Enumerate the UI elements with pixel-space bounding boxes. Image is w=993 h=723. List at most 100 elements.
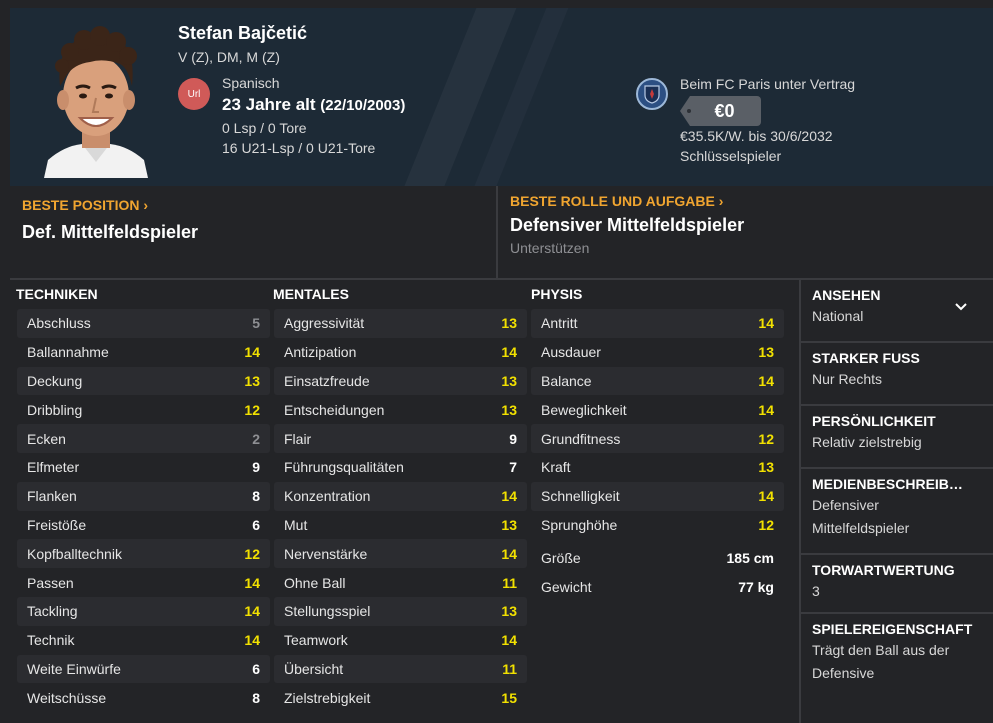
attribute-value: 11 <box>502 660 517 677</box>
attribute-row[interactable]: Dribbling 12 <box>17 395 270 424</box>
attribute-row[interactable]: Antizipation 14 <box>274 338 527 367</box>
foot-value: Nur Rechts <box>812 371 883 387</box>
attribute-row[interactable]: Deckung 13 <box>17 366 270 396</box>
attribute-row[interactable]: Ausdauer 13 <box>531 338 784 367</box>
chevron-down-icon[interactable] <box>955 298 967 316</box>
attribute-row[interactable]: Weitschüsse 8 <box>17 683 270 712</box>
physical-attributes: Antritt 14 Ausdauer 13 Balance 14 Beweglichkei… <box>531 309 784 601</box>
attribute-row[interactable]: Sprunghöhe 12 <box>531 511 784 540</box>
media-description-block: MEDIENBESCHREIB… Defensiver Mittelfeldsp… <box>801 469 993 555</box>
attribute-name: Tackling <box>27 603 78 620</box>
reputation-block[interactable]: ANSEHEN National <box>801 280 993 343</box>
attribute-row[interactable]: Flanken 8 <box>17 481 270 511</box>
attribute-name: Führungsqualitäten <box>284 459 404 476</box>
attribute-row[interactable]: Stellungsspiel 13 <box>274 596 527 626</box>
physical-header: PHYSIS <box>531 286 583 302</box>
attribute-row[interactable]: Schnelligkeit 14 <box>531 481 784 511</box>
attribute-value: 14 <box>244 603 260 620</box>
attribute-row[interactable]: Elfmeter 9 <box>17 453 270 482</box>
technical-header: TECHNIKEN <box>16 286 98 302</box>
player-positions: V (Z), DM, M (Z) <box>178 49 280 65</box>
attribute-value: 14 <box>758 488 774 505</box>
transfer-value-tag[interactable]: €0 <box>680 96 761 126</box>
attribute-row[interactable]: Teamwork 14 <box>274 626 527 655</box>
attribute-name: Grundfitness <box>541 430 621 447</box>
attribute-row[interactable]: Nervenstärke 14 <box>274 539 527 569</box>
attribute-row[interactable]: Mut 13 <box>274 511 527 540</box>
attribute-value: 14 <box>244 344 260 361</box>
squad-status: Schlüsselspieler <box>680 148 782 164</box>
best-role-label: BESTE ROLLE UND AUFGABE <box>510 193 715 209</box>
attribute-name: Einsatzfreude <box>284 372 370 389</box>
attribute-value: 14 <box>501 632 517 649</box>
attribute-row[interactable]: Kopfballtechnik 12 <box>17 539 270 569</box>
attribute-name: Entscheidungen <box>284 401 385 418</box>
attribute-row[interactable]: Abschluss 5 <box>17 309 270 338</box>
attribute-row[interactable]: Weite Einwürfe 6 <box>17 654 270 684</box>
attribute-row[interactable]: Beweglichkeit 14 <box>531 395 784 424</box>
height-label: Größe <box>541 549 581 566</box>
nationality-badge[interactable]: Url <box>178 78 210 110</box>
attribute-row[interactable]: Zielstrebigkeit 15 <box>274 683 527 712</box>
player-traits-block: SPIELEREIGENSCHAFT Trägt den Ball aus de… <box>801 614 993 700</box>
trait-value: Trägt den Ball aus der Defensive <box>812 642 950 681</box>
attribute-value: 9 <box>252 459 260 476</box>
attribute-row[interactable]: Passen 14 <box>17 568 270 597</box>
best-role-duty: Unterstützen <box>510 240 590 256</box>
attribute-name: Flair <box>284 430 312 447</box>
attribute-value: 12 <box>758 430 774 447</box>
weight-value: 77 kg <box>738 578 774 595</box>
attribute-row[interactable]: Ecken 2 <box>17 424 270 453</box>
attribute-row[interactable]: Grundfitness 12 <box>531 424 784 453</box>
attribute-row[interactable]: Ohne Ball 11 <box>274 568 527 597</box>
height-row: Größe 185 cm <box>531 543 784 572</box>
chevron-right-icon: › <box>718 193 724 209</box>
attribute-name: Teamwork <box>284 632 348 649</box>
attribute-value: 12 <box>758 516 774 533</box>
nationality: Spanisch <box>222 75 280 91</box>
attribute-name: Stellungsspiel <box>284 603 371 620</box>
attribute-value: 2 <box>252 430 260 447</box>
divider <box>496 186 498 278</box>
gk-title: TORWARTWERTUNG <box>812 562 955 578</box>
attribute-value: 9 <box>509 430 517 447</box>
best-position-link[interactable]: BESTE POSITION › <box>22 197 148 213</box>
attribute-name: Kopfballtechnik <box>27 545 122 562</box>
foot-title: STARKER FUSS <box>812 350 920 366</box>
attribute-value: 13 <box>501 516 517 533</box>
attribute-name: Weitschüsse <box>27 689 107 706</box>
gk-rating-block: TORWARTWERTUNG 3 <box>801 555 993 614</box>
attribute-row[interactable]: Führungsqualitäten 7 <box>274 453 527 482</box>
attribute-row[interactable]: Konzentration 14 <box>274 481 527 511</box>
best-position-value: Def. Mittelfeldspieler <box>22 222 199 242</box>
attribute-value: 13 <box>501 315 517 332</box>
attribute-row[interactable]: Entscheidungen 13 <box>274 395 527 424</box>
attribute-row[interactable]: Antritt 14 <box>531 309 784 338</box>
attribute-name: Antizipation <box>284 344 357 361</box>
attribute-row[interactable]: Übersicht 11 <box>274 654 527 684</box>
attribute-row[interactable]: Freistöße 6 <box>17 511 270 540</box>
attribute-value: 13 <box>501 603 517 620</box>
best-role-value: Defensiver Mittelfeldspieler <box>510 215 745 235</box>
attribute-name: Beweglichkeit <box>541 401 627 418</box>
attribute-row[interactable]: Einsatzfreude 13 <box>274 366 527 396</box>
attribute-name: Elfmeter <box>27 459 80 476</box>
attribute-row[interactable]: Technik 14 <box>17 626 270 655</box>
attribute-value: 8 <box>252 488 260 505</box>
attribute-row[interactable]: Ballannahme 14 <box>17 338 270 367</box>
media-title: MEDIENBESCHREIB… <box>812 476 963 492</box>
attribute-row[interactable]: Balance 14 <box>531 366 784 396</box>
attribute-row[interactable]: Kraft 13 <box>531 453 784 482</box>
personality-block: PERSÖNLICHKEIT Relativ zielstrebig <box>801 406 993 469</box>
attribute-name: Übersicht <box>284 660 344 677</box>
attribute-row[interactable]: Flair 9 <box>274 424 527 453</box>
attribute-name: Antritt <box>541 315 578 332</box>
attribute-row[interactable]: Tackling 14 <box>17 596 270 626</box>
club-crest-icon[interactable] <box>636 78 668 110</box>
attribute-row[interactable]: Aggressivität 13 <box>274 309 527 338</box>
attribute-value: 11 <box>502 574 517 591</box>
best-role-link[interactable]: BESTE ROLLE UND AUFGABE › <box>510 193 723 209</box>
mental-header: MENTALES <box>273 286 349 302</box>
attribute-value: 14 <box>501 344 517 361</box>
attribute-value: 14 <box>501 488 517 505</box>
